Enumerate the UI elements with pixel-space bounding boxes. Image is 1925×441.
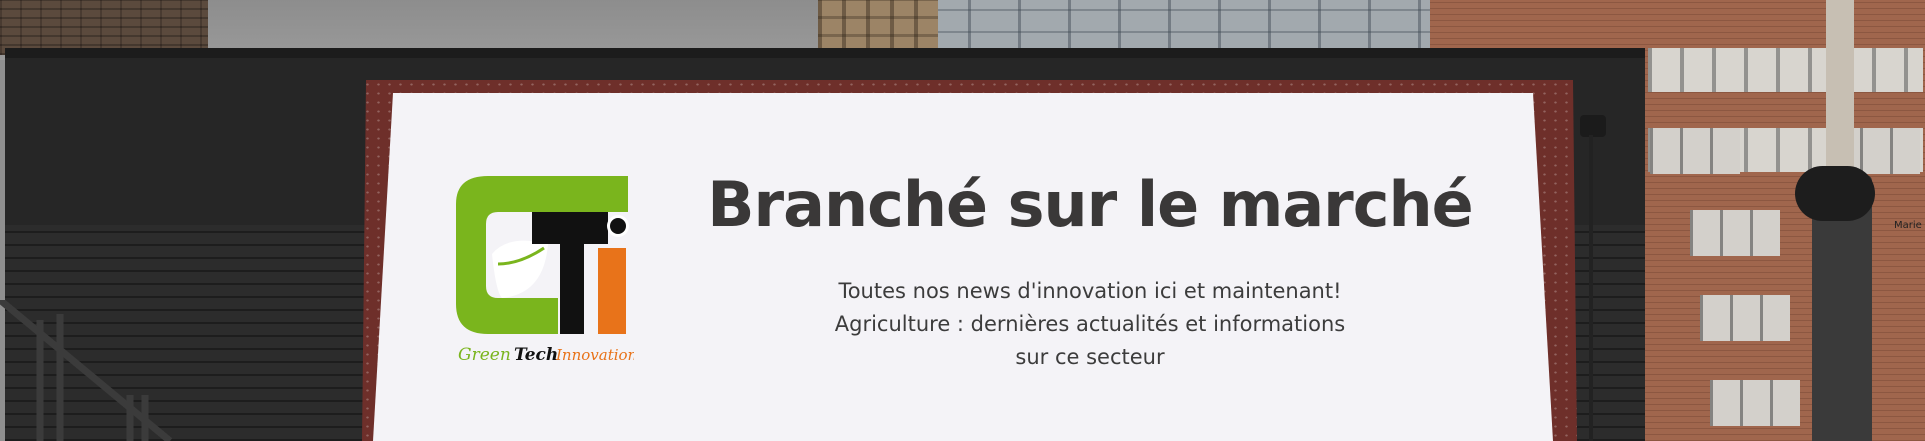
wall-cap — [5, 48, 1645, 58]
background-sign: Marie — [1894, 220, 1922, 231]
window — [1650, 128, 1740, 174]
lamp-icon — [1580, 115, 1606, 137]
tan-building — [818, 0, 938, 55]
billboard-headline: Branché sur le marché — [707, 168, 1473, 241]
window — [1700, 295, 1790, 341]
logo-tagline-innovation: Innovation — [555, 346, 634, 364]
subtitle-line: sur ce secteur — [1015, 345, 1165, 369]
lamp-pole — [1589, 135, 1593, 441]
chimney-cap — [1795, 166, 1875, 221]
window — [1710, 380, 1800, 426]
gti-logo: Green Tech Innovation — [456, 176, 634, 364]
billboard-subtitle: Toutes nos news d'innovation ici et main… — [790, 275, 1390, 374]
photo-scene: Green Tech Innovation Branché sur le mar… — [0, 0, 1925, 441]
scaffold — [0, 300, 173, 441]
logo-tagline-tech: Tech — [514, 345, 558, 364]
window — [1690, 210, 1780, 256]
logo-tagline-green: Green — [458, 345, 511, 364]
left-building — [0, 0, 208, 55]
window-row — [1648, 48, 1923, 92]
subtitle-line: Toutes nos news d'innovation ici et main… — [838, 279, 1342, 303]
subtitle-line: Agriculture : dernières actualités et in… — [834, 312, 1346, 336]
